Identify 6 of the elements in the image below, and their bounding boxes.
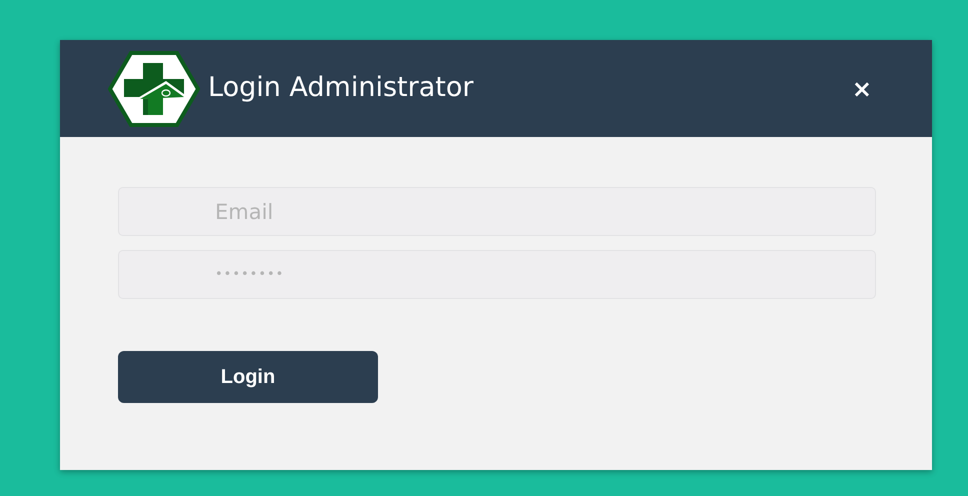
password-field[interactable]: •••••••• (118, 250, 876, 299)
login-button[interactable]: Login (118, 351, 378, 403)
email-field[interactable]: Email (118, 187, 876, 236)
close-button[interactable]: × (848, 76, 876, 100)
medical-cross-logo-icon (108, 50, 200, 126)
dialog-title: Login Administrator (208, 71, 474, 106)
